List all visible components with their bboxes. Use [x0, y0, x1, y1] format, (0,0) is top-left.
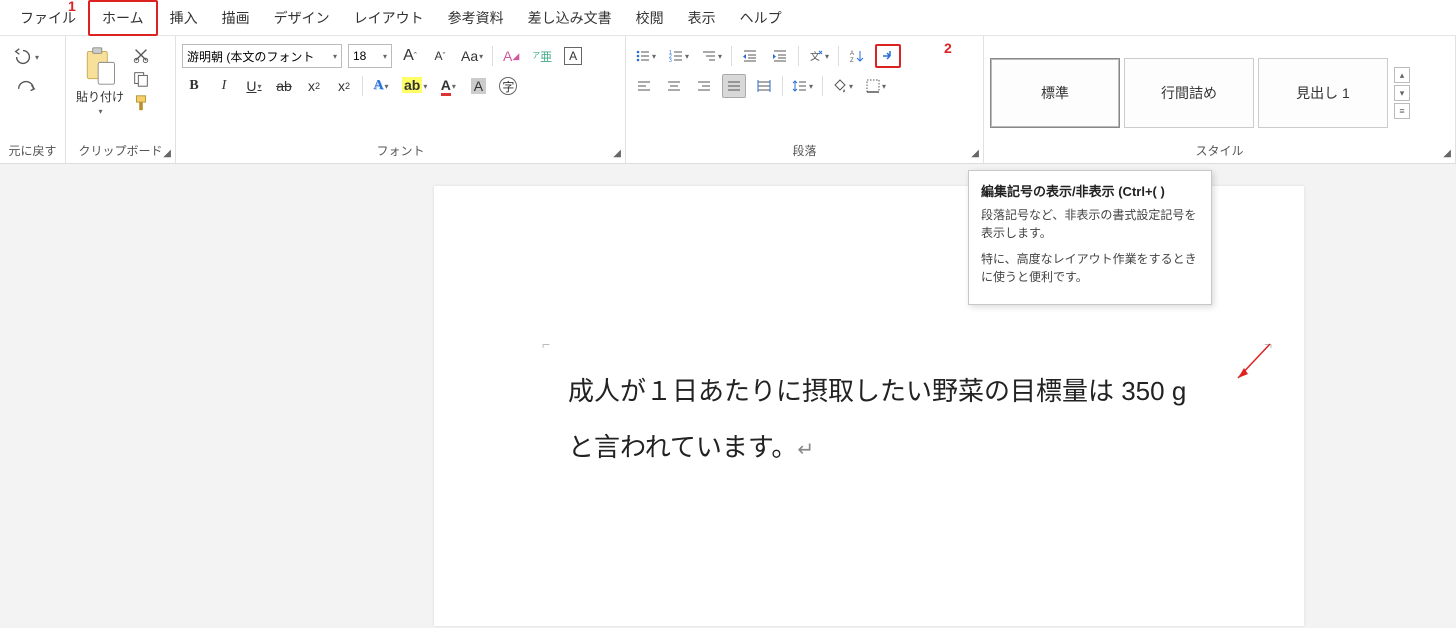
tooltip-title: 編集記号の表示/非表示 (Ctrl+( )	[981, 181, 1199, 200]
italic-button[interactable]: I	[212, 74, 236, 98]
clipboard-launcher-icon[interactable]: ◢	[163, 148, 171, 159]
borders-button[interactable]: ▾	[862, 74, 889, 98]
menu-design[interactable]: デザイン	[262, 2, 342, 34]
align-left-button[interactable]	[632, 74, 656, 98]
subscript-button[interactable]: x2	[302, 74, 326, 98]
group-font-label: フォント	[182, 140, 619, 161]
clear-formatting-button[interactable]: A◢	[499, 44, 523, 68]
underline-button[interactable]: U▾	[242, 74, 266, 98]
asian-layout-button[interactable]: 文▾	[805, 44, 832, 68]
menu-mailings[interactable]: 差し込み文書	[516, 2, 624, 34]
bold-button[interactable]: B	[182, 74, 206, 98]
menu-help[interactable]: ヘルプ	[728, 2, 794, 34]
shading-button[interactable]: ▾	[829, 74, 856, 98]
show-hide-marks-button[interactable]	[875, 44, 901, 68]
styles-gallery-expand[interactable]: ≡	[1394, 103, 1410, 119]
menu-review[interactable]: 校閲	[624, 2, 676, 34]
text-effects-button[interactable]: A▾	[369, 74, 393, 98]
svg-text:文: 文	[810, 50, 820, 63]
sort-button[interactable]: AZ	[845, 44, 869, 68]
copy-button[interactable]	[132, 70, 150, 88]
bullets-button[interactable]: ▾	[632, 44, 659, 68]
font-launcher-icon[interactable]: ◢	[613, 148, 621, 159]
tooltip-show-hide-marks: 編集記号の表示/非表示 (Ctrl+( ) 段落記号など、非表示の書式設定記号を…	[968, 170, 1212, 305]
change-case-button[interactable]: Aa▾	[458, 44, 486, 68]
style-normal[interactable]: 標準	[990, 58, 1120, 128]
menu-layout[interactable]: レイアウト	[342, 2, 436, 34]
strikethrough-button[interactable]: ab	[272, 74, 296, 98]
cut-button[interactable]	[132, 46, 150, 64]
paragraph-mark-icon: ↵	[797, 439, 814, 461]
phonetic-guide-button[interactable]: ア亜	[529, 44, 555, 68]
menu-bar: 1 ファイル ホーム 挿入 描画 デザイン レイアウト 参考資料 差し込み文書 …	[0, 0, 1456, 36]
style-no-spacing[interactable]: 行間詰め	[1124, 58, 1254, 128]
font-color-button[interactable]: A▾	[436, 74, 460, 98]
annotation-1: 1	[68, 0, 76, 14]
doc-line-2: と言われています。	[568, 432, 797, 462]
enclose-chars-button[interactable]: 字	[496, 74, 520, 98]
format-painter-button[interactable]	[132, 94, 150, 112]
char-shading-button[interactable]: A	[466, 74, 490, 98]
group-undo: ▾ 元に戻す	[0, 36, 66, 163]
style-heading1[interactable]: 見出し 1	[1258, 58, 1388, 128]
paste-button[interactable]: 貼り付け ▾	[72, 44, 128, 118]
tooltip-p2: 特に、高度なレイアウト作業をするときに使うと便利です。	[981, 250, 1199, 286]
group-clipboard-label: クリップボード	[72, 140, 169, 161]
menu-draw[interactable]: 描画	[210, 2, 262, 34]
justify-button[interactable]	[722, 74, 746, 98]
paragraph-launcher-icon[interactable]: ◢	[971, 148, 979, 159]
styles-scroll-up[interactable]: ▴	[1394, 67, 1410, 83]
styles-launcher-icon[interactable]: ◢	[1443, 148, 1451, 159]
group-styles-label: スタイル	[990, 140, 1449, 161]
margin-corner-tr: ¬	[1264, 336, 1272, 352]
group-paragraph-label: 段落	[632, 140, 977, 161]
numbering-button[interactable]: 123▾	[665, 44, 692, 68]
document-body[interactable]: 成人が１日あたりに摂取したい野菜の目標量は 350 g と言われています。↵	[568, 364, 1186, 475]
group-styles: 標準 行間詰め 見出し 1 ▴ ▾ ≡ スタイル ◢	[984, 36, 1456, 163]
menu-file[interactable]: ファイル	[8, 2, 88, 34]
tooltip-p1: 段落記号など、非表示の書式設定記号を表示します。	[981, 206, 1199, 242]
char-border-button[interactable]: A	[561, 44, 585, 68]
margin-corner-tl: ⌐	[542, 336, 550, 352]
group-paragraph: ▾ 123▾ ▾ 文▾ AZ ▾ ▾	[626, 36, 984, 163]
shrink-font-button[interactable]: Aˇ	[428, 44, 452, 68]
menu-references[interactable]: 参考資料	[436, 2, 516, 34]
annotation-2: 2	[944, 40, 952, 56]
svg-text:A: A	[850, 51, 854, 57]
menu-home[interactable]: ホーム	[88, 0, 158, 36]
font-size-combo[interactable]: 18▾	[348, 44, 392, 68]
svg-text:3: 3	[669, 58, 672, 64]
undo-button[interactable]: ▾	[12, 46, 39, 68]
group-font: 游明朝 (本文のフォント▾ 18▾ Aˆ Aˇ Aa▾ A◢ ア亜 A B I …	[176, 36, 626, 163]
paste-label: 貼り付け	[76, 88, 124, 105]
grow-font-button[interactable]: Aˆ	[398, 44, 422, 68]
svg-text:Z: Z	[850, 58, 854, 64]
doc-line-1: 成人が１日あたりに摂取したい野菜の目標量は 350 g	[568, 376, 1186, 406]
ribbon: ▾ 元に戻す 貼り付け ▾ クリップボード ◢	[0, 36, 1456, 164]
highlight-button[interactable]: ab▾	[399, 74, 430, 98]
distribute-button[interactable]	[752, 74, 776, 98]
font-size-value: 18	[353, 49, 366, 63]
tooltip-body: 段落記号など、非表示の書式設定記号を表示します。 特に、高度なレイアウト作業をす…	[981, 206, 1199, 286]
align-center-button[interactable]	[662, 74, 686, 98]
align-right-button[interactable]	[692, 74, 716, 98]
multilevel-list-button[interactable]: ▾	[698, 44, 725, 68]
menu-insert[interactable]: 挿入	[158, 2, 210, 34]
increase-indent-button[interactable]	[768, 44, 792, 68]
font-name-value: 游明朝 (本文のフォント	[187, 48, 314, 65]
decrease-indent-button[interactable]	[738, 44, 762, 68]
styles-scroll-down[interactable]: ▾	[1394, 85, 1410, 101]
line-spacing-button[interactable]: ▾	[789, 74, 816, 98]
group-clipboard: 貼り付け ▾ クリップボード ◢	[66, 36, 176, 163]
redo-button[interactable]	[15, 76, 37, 98]
undo-dropdown-icon[interactable]: ▾	[35, 53, 39, 62]
menu-view[interactable]: 表示	[676, 2, 728, 34]
superscript-button[interactable]: x2	[332, 74, 356, 98]
font-name-combo[interactable]: 游明朝 (本文のフォント▾	[182, 44, 342, 68]
group-undo-label: 元に戻す	[6, 140, 59, 161]
paste-dropdown-icon[interactable]: ▾	[99, 107, 103, 116]
